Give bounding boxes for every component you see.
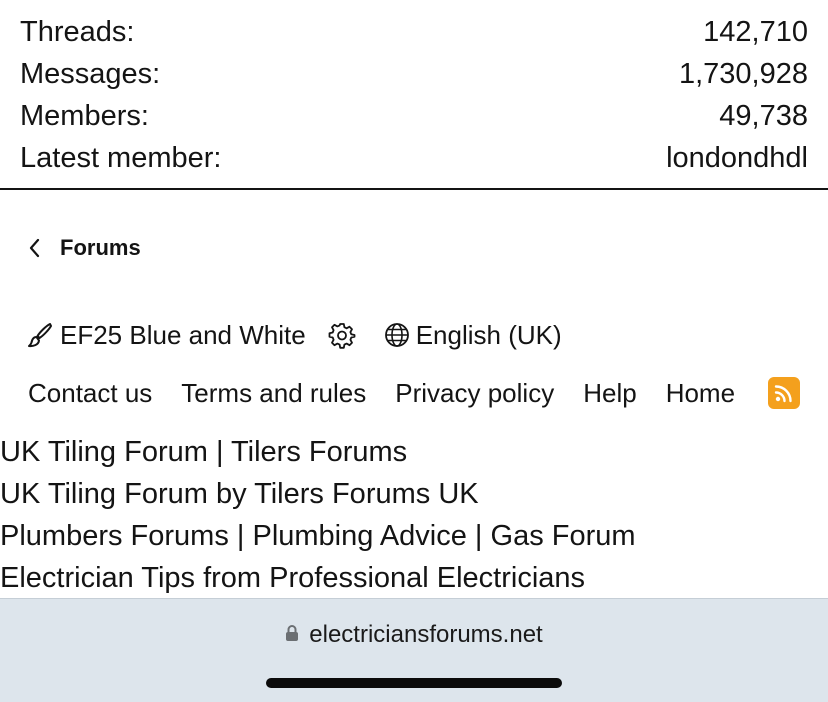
- paintbrush-icon: [26, 321, 54, 349]
- browser-address-bar[interactable]: electriciansforums.net: [0, 598, 828, 702]
- partner-link[interactable]: Plumbers Forums | Plumbing Advice | Gas …: [0, 515, 636, 557]
- lock-icon: [285, 621, 299, 649]
- style-language-row: EF25 Blue and White English (UK): [26, 314, 562, 356]
- stat-messages: Messages: 1,730,928: [20, 53, 808, 95]
- stat-latest-member: Latest member: londondhdl: [20, 137, 808, 179]
- partner-link[interactable]: UK Tiling Forum by Tilers Forums UK: [0, 473, 636, 515]
- stat-label: Messages:: [20, 57, 161, 90]
- language-label: English (UK): [415, 319, 562, 350]
- breadcrumb-forums-link[interactable]: Forums: [60, 235, 141, 261]
- stat-label: Threads:: [20, 15, 135, 48]
- globe-icon: [384, 322, 410, 348]
- stat-value: 142,710: [703, 15, 808, 48]
- footer-link-help[interactable]: Help: [583, 378, 636, 409]
- chevron-left-icon: [24, 238, 44, 258]
- forum-statistics: Threads: 142,710 Messages: 1,730,928 Mem…: [0, 0, 828, 190]
- latest-member-link[interactable]: londondhdl: [666, 142, 808, 175]
- footer-link-contact-us[interactable]: Contact us: [28, 378, 152, 409]
- home-indicator[interactable]: [266, 678, 562, 688]
- style-chooser-link[interactable]: EF25 Blue and White: [26, 320, 306, 351]
- gear-icon[interactable]: [328, 321, 356, 349]
- footer-link-home[interactable]: Home: [666, 378, 735, 409]
- footer-link-terms[interactable]: Terms and rules: [181, 378, 366, 409]
- stat-value: 49,738: [719, 99, 808, 132]
- rss-icon[interactable]: [768, 377, 800, 409]
- url-text: electriciansforums.net: [309, 621, 543, 648]
- stat-value: 1,730,928: [678, 57, 808, 90]
- stat-members: Members: 49,738: [20, 95, 808, 137]
- stat-label: Latest member:: [20, 141, 222, 174]
- breadcrumb[interactable]: Forums: [24, 228, 141, 268]
- partner-link[interactable]: Electrician Tips from Professional Elect…: [0, 557, 636, 599]
- partner-links: UK Tiling Forum | Tilers Forums UK Tilin…: [0, 431, 636, 599]
- stat-label: Members:: [20, 99, 149, 132]
- stat-threads: Threads: 142,710: [20, 11, 808, 53]
- style-chooser-label: EF25 Blue and White: [60, 319, 306, 350]
- footer-links: Contact us Terms and rules Privacy polic…: [28, 372, 764, 414]
- partner-link[interactable]: UK Tiling Forum | Tilers Forums: [0, 431, 636, 473]
- address-display[interactable]: electriciansforums.net: [0, 621, 828, 649]
- footer-link-privacy[interactable]: Privacy policy: [395, 378, 554, 409]
- language-chooser-link[interactable]: English (UK): [384, 320, 562, 351]
